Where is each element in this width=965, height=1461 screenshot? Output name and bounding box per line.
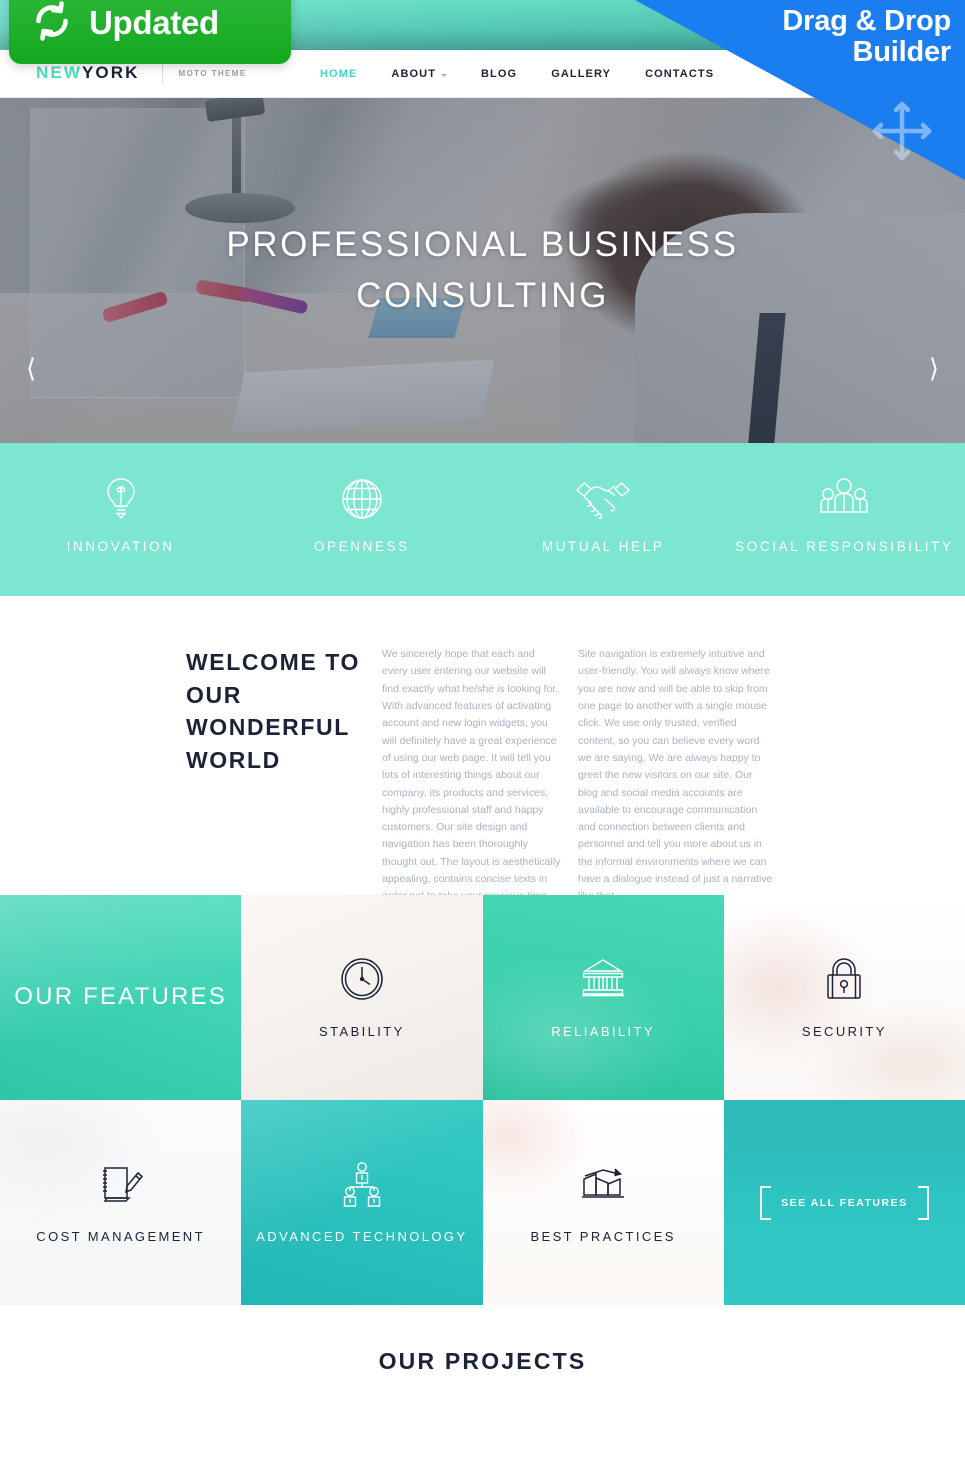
move-arrows-icon: [863, 92, 941, 175]
feature-label-best-practices: BEST PRACTICES: [530, 1229, 676, 1245]
tile-content: SECURITY: [802, 952, 887, 1042]
feature-label-cost-management: COST MANAGEMENT: [36, 1229, 205, 1245]
feature-tile-advanced-technology[interactable]: ADVANCED TECHNOLOGY: [241, 1100, 483, 1305]
logo-part-new: NEW: [36, 63, 82, 82]
feature-label-security: SECURITY: [801, 1024, 887, 1040]
value-item-innovation[interactable]: INNOVATION: [0, 443, 241, 596]
website-preview: NEWYORK MOTO THEME HOME ABOUT BLOG GALLE…: [0, 0, 965, 1461]
people-group-icon: [817, 475, 871, 523]
features-grid: OUR FEATURES STABILITY RELIABILITY SECUR…: [0, 895, 965, 1305]
bank-icon: [579, 952, 627, 1006]
value-label-openness: OPENNESS: [313, 539, 410, 554]
projects-title: OUR PROJECTS: [378, 1348, 587, 1374]
nav-item-about[interactable]: ABOUT: [391, 68, 448, 80]
chevron-down-icon: [441, 73, 448, 77]
value-label-social-responsibility: SOCIAL RESPONSIBILITY: [735, 539, 954, 554]
globe-icon: [339, 475, 385, 523]
refresh-icon: [31, 0, 73, 47]
nav-label-about: ABOUT: [391, 68, 437, 80]
value-label-innovation: INNOVATION: [66, 539, 175, 554]
features-section-title: OUR FEATURES: [14, 983, 227, 1011]
value-item-mutual-help[interactable]: MUTUAL HELP: [483, 443, 724, 596]
bracket-left-icon: [760, 1185, 772, 1220]
logo-divider: [161, 62, 163, 84]
chevron-right-icon[interactable]: ⟩: [929, 356, 939, 382]
handshake-icon: [574, 475, 632, 523]
hero-title-line2: CONSULTING: [356, 275, 609, 315]
tile-content: RELIABILITY: [551, 952, 655, 1042]
chevron-left-icon[interactable]: ⟨: [26, 356, 36, 382]
feature-tile-reliability[interactable]: RELIABILITY: [482, 895, 724, 1100]
tile-content: STABILITY: [319, 952, 405, 1042]
projects-section: OUR PROJECTS: [0, 1305, 965, 1461]
bracket-right-icon: [917, 1185, 929, 1220]
nav-item-blog[interactable]: BLOG: [481, 68, 517, 80]
nav-label-home: HOME: [320, 68, 358, 80]
see-all-features-label: SEE ALL FEATURES: [781, 1196, 908, 1209]
bar-chart-arrow-icon: [579, 1157, 627, 1211]
value-label-mutual-help: MUTUAL HELP: [541, 539, 665, 554]
value-item-social-responsibility[interactable]: SOCIAL RESPONSIBILITY: [724, 443, 965, 596]
clock-icon: [339, 952, 385, 1006]
see-all-features-button[interactable]: SEE ALL FEATURES: [760, 1185, 929, 1220]
feature-label-advanced-technology: ADVANCED TECHNOLOGY: [256, 1229, 468, 1245]
feature-tile-security[interactable]: SECURITY: [723, 895, 965, 1100]
org-chart-icon: [337, 1157, 387, 1211]
updated-label: Updated: [89, 4, 219, 41]
tile-content: BEST PRACTICES: [530, 1157, 675, 1247]
site-logo[interactable]: NEWYORK MOTO THEME: [36, 62, 247, 84]
feature-tile-best-practices[interactable]: BEST PRACTICES: [482, 1100, 724, 1305]
tile-content: ADVANCED TECHNOLOGY: [256, 1157, 467, 1247]
logo-text: NEWYORK: [36, 63, 140, 83]
feature-tile-cost-management[interactable]: COST MANAGEMENT: [0, 1100, 242, 1305]
nav-label-blog: BLOG: [481, 68, 518, 80]
hero-title: PROFESSIONAL BUSINESS CONSULTING: [0, 220, 965, 322]
feature-tile-stability[interactable]: STABILITY: [241, 895, 483, 1100]
nav-item-home[interactable]: HOME: [320, 68, 357, 80]
drag-drop-line1: Drag & Drop: [782, 5, 951, 37]
welcome-section: WELCOME TO OUR WONDERFUL WORLD We sincer…: [0, 596, 965, 937]
nav-label-gallery: GALLERY: [551, 68, 612, 80]
tile-content: COST MANAGEMENT: [36, 1157, 205, 1247]
updated-badge: Updated: [9, 0, 291, 64]
logo-part-york: YORK: [81, 63, 140, 82]
value-item-openness[interactable]: OPENNESS: [241, 443, 482, 596]
feature-label-reliability: RELIABILITY: [551, 1024, 655, 1040]
features-title-tile: OUR FEATURES: [0, 895, 242, 1100]
drag-drop-badge: Drag & Drop Builder: [635, 0, 965, 180]
features-cta-tile: SEE ALL FEATURES: [723, 1100, 965, 1305]
feature-label-stability: STABILITY: [319, 1024, 405, 1040]
lock-icon: [823, 952, 865, 1006]
hero-title-line1: PROFESSIONAL BUSINESS: [226, 225, 739, 264]
nav-item-gallery[interactable]: GALLERY: [551, 68, 611, 80]
logo-tagline: MOTO THEME: [178, 68, 247, 78]
lightbulb-icon: [99, 475, 143, 523]
drag-drop-text: Drag & Drop Builder: [691, 5, 952, 69]
values-strip: INNOVATION OPENNESS MUTUAL HELP SOCIAL R…: [0, 443, 965, 596]
drag-drop-line2: Builder: [852, 36, 952, 69]
notepad-pencil-icon: [97, 1157, 145, 1211]
